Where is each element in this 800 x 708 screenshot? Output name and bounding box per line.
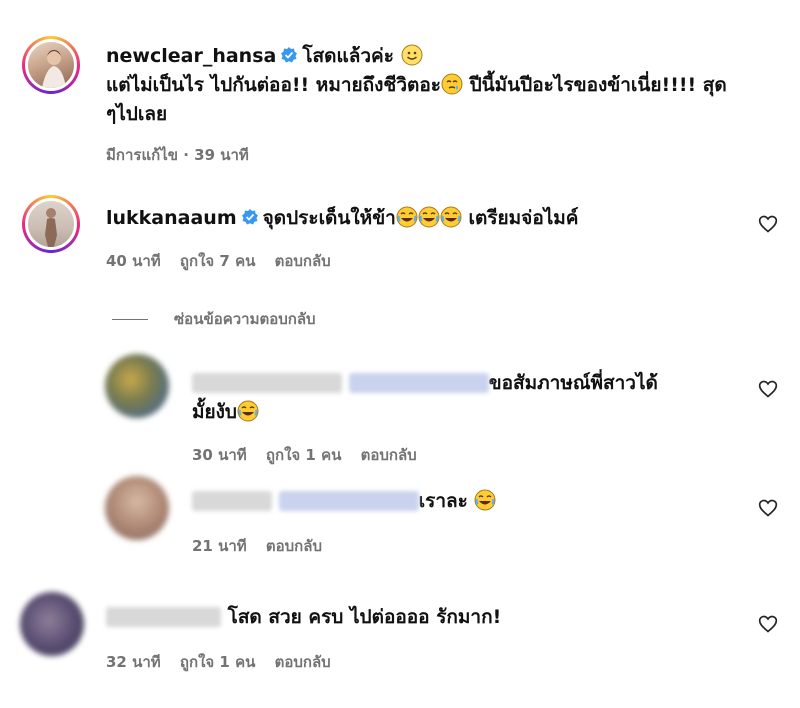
blurred-mention <box>278 491 419 511</box>
laughing-emoji-icon <box>237 400 259 422</box>
comment-time: 32 นาที <box>106 653 161 671</box>
reply-time: 30 นาที <box>192 446 247 464</box>
comment-meta: 32 นาที ถูกใจ 1 คน ตอบกลับ <box>106 650 345 674</box>
username[interactable]: lukkanaaum <box>106 207 237 229</box>
divider-line <box>112 319 148 320</box>
comment-text: โสด สวย ครบ ไปต่ออออ รักมาก! <box>227 606 502 628</box>
reply-meta: 30 นาที ถูกใจ 1 คน ตอบกลับ <box>192 443 431 467</box>
hide-replies-button[interactable]: ซ่อนข้อความตอบกลับ <box>112 307 316 331</box>
heart-outline-icon[interactable] <box>758 214 778 234</box>
comment-text-line-1: โสดแล้วค่ะ <box>302 45 394 67</box>
reply-meta: 21 นาที ตอบกลับ <box>192 534 336 558</box>
reply-button[interactable]: ตอบกลับ <box>266 537 322 555</box>
heart-outline-icon[interactable] <box>758 614 778 634</box>
comment-time: 40 นาที <box>106 252 161 270</box>
verified-badge-icon <box>280 46 298 64</box>
hide-replies-label: ซ่อนข้อความตอบกลับ <box>174 310 316 328</box>
reply-text: เราละ <box>418 490 468 512</box>
blurred-username <box>192 491 272 511</box>
comment-text-line-3: ปีนี้มันปีอะไรของข้าเนี่ย!!!! สุด <box>469 74 727 96</box>
avatar[interactable] <box>105 354 169 418</box>
heart-outline-icon[interactable] <box>758 498 778 518</box>
reply-text-line-1: ขอสัมภาษณ์พี่สาวได้ <box>488 372 658 394</box>
comment-text-after: เตรียมจ่อไมค์ <box>468 207 579 229</box>
laughing-emoji-icon <box>396 206 418 228</box>
edited-time: มีการแก้ไข · 39 นาที <box>106 146 249 164</box>
likes-count[interactable]: ถูกใจ 1 คน <box>180 653 255 671</box>
likes-count[interactable]: ถูกใจ 1 คน <box>266 446 341 464</box>
blurred-username <box>192 373 342 393</box>
laughing-emoji-icon <box>440 206 462 228</box>
reply-button[interactable]: ตอบกลับ <box>361 446 417 464</box>
avatar[interactable] <box>105 476 169 540</box>
comment-meta: มีการแก้ไข · 39 นาที <box>106 143 263 167</box>
profile-photo-icon <box>45 208 57 247</box>
verified-badge-icon <box>241 208 259 226</box>
laughing-emoji-icon <box>474 489 496 511</box>
laughing-emoji-icon <box>418 206 440 228</box>
profile-photo-icon <box>42 50 66 88</box>
reply-button[interactable]: ตอบกลับ <box>275 653 331 671</box>
blurred-mention <box>348 373 489 393</box>
teary-smile-emoji-icon <box>441 73 463 95</box>
reply-time: 21 นาที <box>192 537 247 555</box>
avatar[interactable] <box>22 195 80 253</box>
likes-count[interactable]: ถูกใจ 7 คน <box>180 252 255 270</box>
reply-button[interactable]: ตอบกลับ <box>275 252 331 270</box>
username[interactable]: newclear_hansa <box>106 45 276 67</box>
comment-text-line-2: แต่ไม่เป็นไร ไปกันต่ออ!! หมายถึงชีวิตอะ <box>106 74 441 96</box>
avatar[interactable] <box>20 592 84 656</box>
heart-outline-icon[interactable] <box>758 379 778 399</box>
comment-text: จุดประเด็นให้ข้า <box>262 207 396 229</box>
reply-text-line-2: มั้ยงับ <box>192 401 237 423</box>
comment-meta: 40 นาที ถูกใจ 7 คน ตอบกลับ <box>106 249 345 273</box>
smile-emoji-icon <box>401 44 423 66</box>
blurred-username <box>106 607 221 627</box>
avatar[interactable] <box>22 36 80 94</box>
comment-text-line-4: ๆไปเลย <box>106 103 168 125</box>
